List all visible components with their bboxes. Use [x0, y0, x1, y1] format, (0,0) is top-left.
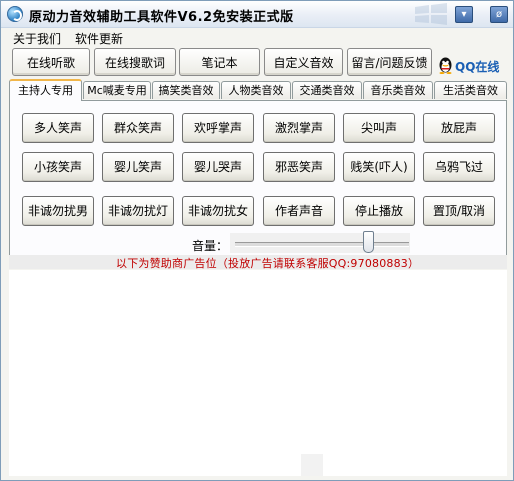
sound-button[interactable]: 婴儿笑声: [102, 152, 174, 182]
author-voice-button[interactable]: 作者声音: [263, 196, 335, 226]
sound-button[interactable]: 非诚勿扰男: [22, 196, 94, 226]
decorative-windows-logo-icon: [415, 3, 447, 25]
volume-label: 音量：: [192, 239, 229, 253]
sound-button[interactable]: 激烈掌声: [263, 113, 335, 143]
tab-funny-sounds[interactable]: 搞笑类音效: [152, 81, 220, 99]
sound-button[interactable]: 多人笑声: [22, 113, 94, 143]
feedback-button[interactable]: 留言/问题反馈: [347, 48, 432, 76]
qq-online-button[interactable]: QQ在线: [438, 57, 508, 75]
menu-software-update[interactable]: 软件更新: [75, 30, 123, 47]
online-lyrics-search-button[interactable]: 在线搜歌词: [94, 48, 176, 76]
menu-about-us[interactable]: 关于我们: [13, 30, 61, 47]
sponsor-ad-area: [9, 270, 507, 476]
stop-playback-button[interactable]: 停止播放: [343, 196, 415, 226]
sound-button[interactable]: 尖叫声: [343, 113, 415, 143]
minimize-button[interactable]: ▾: [455, 6, 473, 23]
sound-button[interactable]: 非诚勿扰灯: [102, 196, 174, 226]
qq-online-label: QQ在线: [455, 60, 500, 74]
sound-button[interactable]: 非诚勿扰女: [182, 196, 254, 226]
sound-button[interactable]: 贱笑(吓人): [343, 152, 415, 182]
ad-notice-text: 以下为赞助商广告位（投放广告请联系客服QQ:97080883）: [116, 257, 420, 270]
sound-button[interactable]: 群众笑声: [102, 113, 174, 143]
sound-button[interactable]: 婴儿哭声: [182, 152, 254, 182]
app-logo-icon: [7, 6, 23, 22]
tab-traffic-sounds[interactable]: 交通类音效: [292, 81, 362, 99]
close-button[interactable]: ø: [490, 6, 508, 23]
custom-sound-button[interactable]: 自定义音效: [264, 48, 343, 76]
tab-life-sounds[interactable]: 生活类音效: [434, 81, 507, 99]
tab-people-sounds[interactable]: 人物类音效: [221, 81, 291, 99]
online-music-button[interactable]: 在线听歌: [12, 48, 90, 76]
sound-button[interactable]: 乌鸦飞过: [423, 152, 495, 182]
app-window: 原动力音效辅助工具软件V6.2免安装正式版 ▾ ø 关于我们 软件更新 在线听歌…: [0, 0, 514, 481]
tab-mc-shout[interactable]: Mc喊麦专用: [83, 81, 151, 99]
tab-host[interactable]: 主持人专用: [9, 79, 82, 101]
sound-button[interactable]: 放屁声: [423, 113, 495, 143]
pin-toggle-button[interactable]: 置顶/取消: [423, 196, 495, 226]
ad-area-corner: [301, 454, 323, 476]
sound-button[interactable]: 小孩笑声: [22, 152, 94, 182]
sound-button[interactable]: 欢呼掌声: [182, 113, 254, 143]
title-bar[interactable]: 原动力音效辅助工具软件V6.2免安装正式版 ▾ ø: [1, 1, 513, 28]
sound-button[interactable]: 邪恶笑声: [263, 152, 335, 182]
window-title: 原动力音效辅助工具软件V6.2免安装正式版: [29, 10, 294, 25]
tab-music-sounds[interactable]: 音乐类音效: [363, 81, 433, 99]
volume-slider-track[interactable]: [235, 242, 409, 247]
qq-penguin-icon: [439, 57, 452, 74]
volume-slider-thumb[interactable]: [363, 231, 374, 253]
notebook-button[interactable]: 笔记本: [179, 48, 260, 76]
menu-bar: 关于我们 软件更新: [1, 28, 513, 46]
